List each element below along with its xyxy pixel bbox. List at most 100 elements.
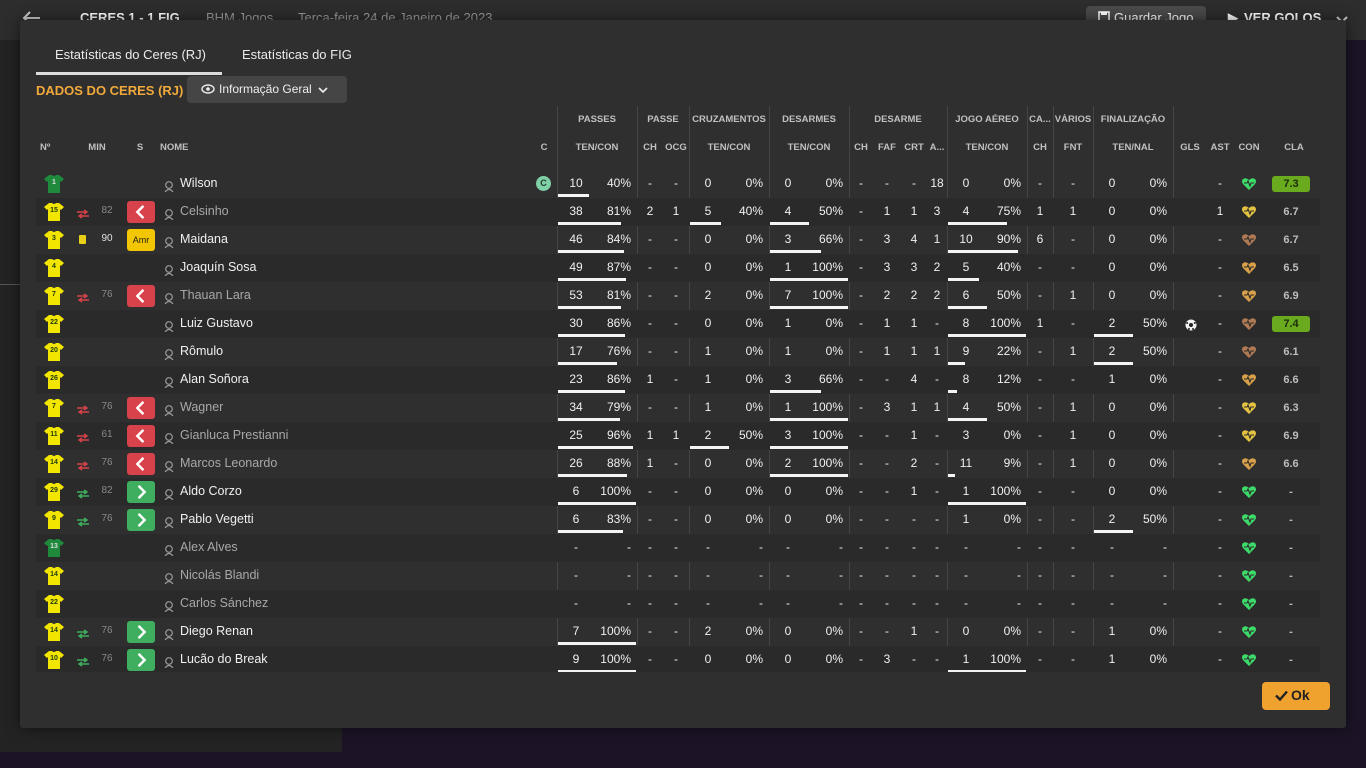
column-header-ca-ch[interactable]: CH [1027,142,1053,156]
sub-on-button[interactable] [127,621,155,643]
player-name[interactable]: Gianluca Prestianni [180,422,440,450]
player-rating: - [1289,570,1293,582]
shirt-icon: 14 [43,566,65,586]
table-row[interactable]: 11 61 Gianluca Prestianni 25 96% 1 1 2 50% 3 100% -… [36,422,1320,450]
tackles-percent: 0% [825,652,843,666]
player-name[interactable]: Marcos Leonardo [180,450,440,478]
column-header-pass-ch[interactable]: CH [639,142,661,156]
column-header-cross-attempted[interactable]: TEN/CON [689,142,769,156]
pass-ch: 1 [646,428,654,442]
crosses-attempted: 1 [704,344,712,358]
table-row[interactable]: 22 Luiz Gustavo 30 86% - -0 0% 1 0% -1 1-8 100% 1-2 5… [36,310,1320,338]
table-row[interactable]: 3 90 Amr Maidana 46 84% - -0 0% 3 66% -3 4 1 10 90% 6-0 0… [36,226,1320,254]
player-name[interactable]: Lucão do Break [180,646,440,672]
tackles-success-bar [770,222,809,225]
player-name[interactable]: Rômulo [180,338,440,366]
tackle-faf: 1 [883,204,891,218]
column-header-sub[interactable]: S [130,142,150,156]
table-row[interactable]: 13 Alex Alves - - - - - - - - - - - - - - - - - - - - [36,534,1320,562]
column-header-rating[interactable]: CLA [1276,142,1312,156]
sub-off-button[interactable] [127,201,155,223]
player-name[interactable]: Aldo Corzo [180,478,440,506]
player-name[interactable]: Maidana [180,226,440,254]
column-header-a[interactable]: A... [927,142,947,156]
table-row[interactable]: 7 76 Wagner 34 79% - -1 0% 1 100% -3 1 1 4 50% -1 0 0% -6.… [36,394,1320,422]
table-row[interactable]: 14 Nicolás Blandi - - - - - - - - - - - - - - - - - - - - [36,562,1320,590]
column-header-name[interactable]: NOME [160,142,220,156]
player-name[interactable]: Alan Soñora [180,366,440,394]
player-name[interactable]: Luiz Gustavo [180,310,440,338]
table-row[interactable]: 15 82 Celsinho 38 81% 2 1 5 40% 4 50% -1 1 3 4 75% 1 1 0 0%… [36,198,1320,226]
column-header-goals[interactable]: GLS [1177,142,1203,156]
player-name[interactable]: Alex Alves [180,534,440,562]
assists: - [1218,344,1222,358]
table-row[interactable]: 7 76 Thauan Lara 53 81% - -2 0% 7 100% -2 2 2 6 50% -1 0… [36,282,1320,310]
shots-attempted: 0 [1108,400,1116,414]
tackle-faf: - [885,456,889,470]
ca-ch: - [1038,652,1042,666]
table-row[interactable]: 10 76 Lucão do Break 9 100% - - 0 0% 0 0% - 3 - - 1 100%… [36,646,1320,672]
table-row[interactable]: 22 Carlos Sánchez - - - - - - - - - - - - - - - - - - - - [36,590,1320,618]
tackle-ch: - [859,484,863,498]
tackle-a: - [935,428,939,442]
table-row[interactable]: 14 76 Diego Renan 7 100% - -2 0% 0 0% - -1-0 0% - -1 0%… [36,618,1320,646]
player-name[interactable]: Celsinho [180,198,440,226]
table-row[interactable]: 14 76 Marcos Leonardo 26 88% 1-0 0% 2 100% - -2-11… [36,450,1320,478]
player-stats-dialog: Estatísticas do Ceres (RJ) Estatísticas … [20,20,1346,728]
shirt-icon: 4 [43,258,65,278]
player-name[interactable]: Carlos Sánchez [180,590,440,618]
table-row[interactable]: 1 Wilson C 10 40% - -0 0% 0 0% - - -18 0 0% - -0 0% -7.3 [36,170,1320,198]
column-header-pass-ocg[interactable]: OCG [662,142,690,156]
player-name[interactable]: Pablo Vegetti [180,506,440,534]
column-header-minutes[interactable]: MIN [80,142,114,156]
column-header-tackle-ch[interactable]: CH [850,142,872,156]
column-header-faf[interactable]: FAF [874,142,900,156]
person-icon [164,179,174,193]
tackles-attempted: 0 [784,624,792,638]
group-header-passe: PASSE [647,114,679,125]
sub-off-button[interactable] [127,397,155,419]
column-header-condition[interactable]: CON [1236,142,1262,156]
column-header-captain[interactable]: C [536,142,552,156]
ca-ch: 6 [1036,232,1044,246]
sub-on-button[interactable] [127,481,155,503]
column-header-assists[interactable]: AST [1207,142,1233,156]
view-select[interactable]: Informação Geral [187,76,347,103]
table-row[interactable]: 26 Alan Soñora 23 86% 1-1 0% 3 66% - -4-8 12% - -1 0%… [36,366,1320,394]
tackles-success-bar [770,306,848,309]
tab-away-stats[interactable]: Estatísticas do FIG [242,47,352,62]
player-name[interactable]: Thauan Lara [180,282,440,310]
column-header-crt[interactable]: CRT [901,142,927,156]
sub-off-button[interactable] [127,285,155,307]
player-name[interactable]: Diego Renan [180,618,440,646]
sub-off-arrows-icon [76,206,90,219]
player-name[interactable]: Wilson [180,170,440,198]
player-name[interactable]: Wagner [180,394,440,422]
table-row[interactable]: 20 Rômulo 17 76% - -1 0% 1 0% -1 1 1 9 22% -1 2 50% -6.1 [36,338,1320,366]
table-row[interactable]: 4 Joaquín Sosa 49 87% - -0 0% 1 100% -3 3 2 5 40% - -0 0… [36,254,1320,282]
ok-button[interactable]: Ok [1262,682,1330,710]
tackle-ch: - [859,512,863,526]
sub-on-button[interactable] [127,509,155,531]
aerial-success-bar [948,334,1026,337]
column-header-aerial-attempted[interactable]: TEN/CON [947,142,1027,156]
player-rating: - [1289,654,1293,666]
sub-off-button[interactable] [127,425,155,447]
divider [0,284,20,285]
table-row[interactable]: 29 82 Aldo Corzo 6 100% - -0 0% 0 0% - -1-1 100% - -0 0… [36,478,1320,506]
person-icon [164,403,174,417]
table-row[interactable]: 9 76 Pablo Vegetti 6 83% - -0 0% 0 0% - - - -1 0% - -2 50… [36,506,1320,534]
sub-on-button[interactable] [127,649,155,671]
player-name[interactable]: Joaquín Sosa [180,254,440,282]
sub-off-button[interactable] [127,453,155,475]
column-header-fnt[interactable]: FNT [1053,142,1093,156]
column-header-number[interactable]: Nº [36,142,58,156]
tackles-attempted: 1 [784,344,792,358]
chevron-left-icon [135,205,145,219]
column-header-tackle-attempted[interactable]: TEN/CON [769,142,849,156]
column-header-pass-attempted[interactable]: TEN/CON [557,142,637,156]
player-name[interactable]: Nicolás Blandi [180,562,440,590]
tab-home-stats[interactable]: Estatísticas do Ceres (RJ) [55,47,206,62]
column-header-shots[interactable]: TEN/NAL [1093,142,1173,156]
ca-ch: - [1038,484,1042,498]
